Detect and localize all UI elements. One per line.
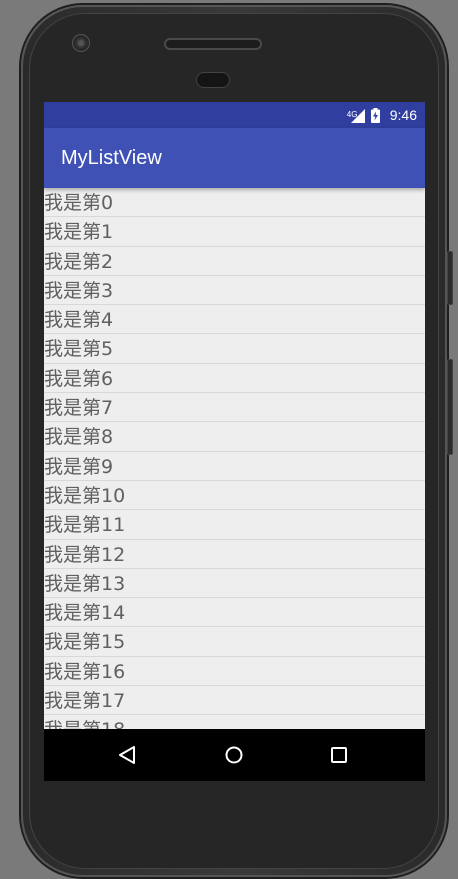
list-item[interactable]: 我是第9 <box>44 452 425 481</box>
list-view[interactable]: 我是第0 我是第1 我是第2 我是第3 我是第4 我是第5 我是第6 我是第7 … <box>44 188 425 729</box>
list-item[interactable]: 我是第13 <box>44 569 425 599</box>
home-button[interactable] <box>204 729 264 781</box>
list-item[interactable]: 我是第8 <box>44 422 425 452</box>
list-item[interactable]: 我是第10 <box>44 481 425 511</box>
status-clock: 9:46 <box>389 107 417 123</box>
list-item[interactable]: 我是第7 <box>44 393 425 423</box>
recents-button[interactable] <box>309 729 369 781</box>
app-title: MyListView <box>61 147 162 169</box>
list-item[interactable]: 我是第12 <box>44 540 425 569</box>
power-button[interactable] <box>447 251 453 305</box>
cellular-signal-icon: 4G <box>347 107 365 123</box>
recents-icon <box>331 747 347 763</box>
front-camera-icon <box>73 35 89 51</box>
back-button[interactable] <box>97 729 157 781</box>
proximity-sensor <box>197 73 229 87</box>
list-item[interactable]: 我是第0 <box>44 188 425 218</box>
list-item[interactable]: 我是第18 <box>44 715 425 729</box>
status-bar: 4G 9:46 <box>44 102 425 128</box>
app-bar: MyListView <box>44 128 425 188</box>
status-icons: 4G 9:46 <box>347 102 417 128</box>
list-item[interactable]: 我是第16 <box>44 657 425 687</box>
list-item[interactable]: 我是第3 <box>44 276 425 306</box>
earpiece-speaker <box>166 40 260 48</box>
home-icon <box>225 746 243 764</box>
battery-charging-icon <box>370 107 380 123</box>
list-item[interactable]: 我是第5 <box>44 334 425 364</box>
list-item[interactable]: 我是第17 <box>44 686 425 716</box>
screen: 4G 9:46 MyListView 我是第0 我是第1 我是第2 我是第3 我… <box>44 102 425 781</box>
back-icon <box>119 746 135 764</box>
list-item[interactable]: 我是第6 <box>44 364 425 394</box>
list-item[interactable]: 我是第1 <box>44 217 425 247</box>
list-item[interactable]: 我是第15 <box>44 627 425 657</box>
list-item[interactable]: 我是第4 <box>44 305 425 335</box>
navigation-bar <box>44 729 425 781</box>
volume-button[interactable] <box>447 359 453 455</box>
list-item[interactable]: 我是第11 <box>44 510 425 540</box>
list-item[interactable]: 我是第14 <box>44 598 425 628</box>
list-item[interactable]: 我是第2 <box>44 247 425 276</box>
